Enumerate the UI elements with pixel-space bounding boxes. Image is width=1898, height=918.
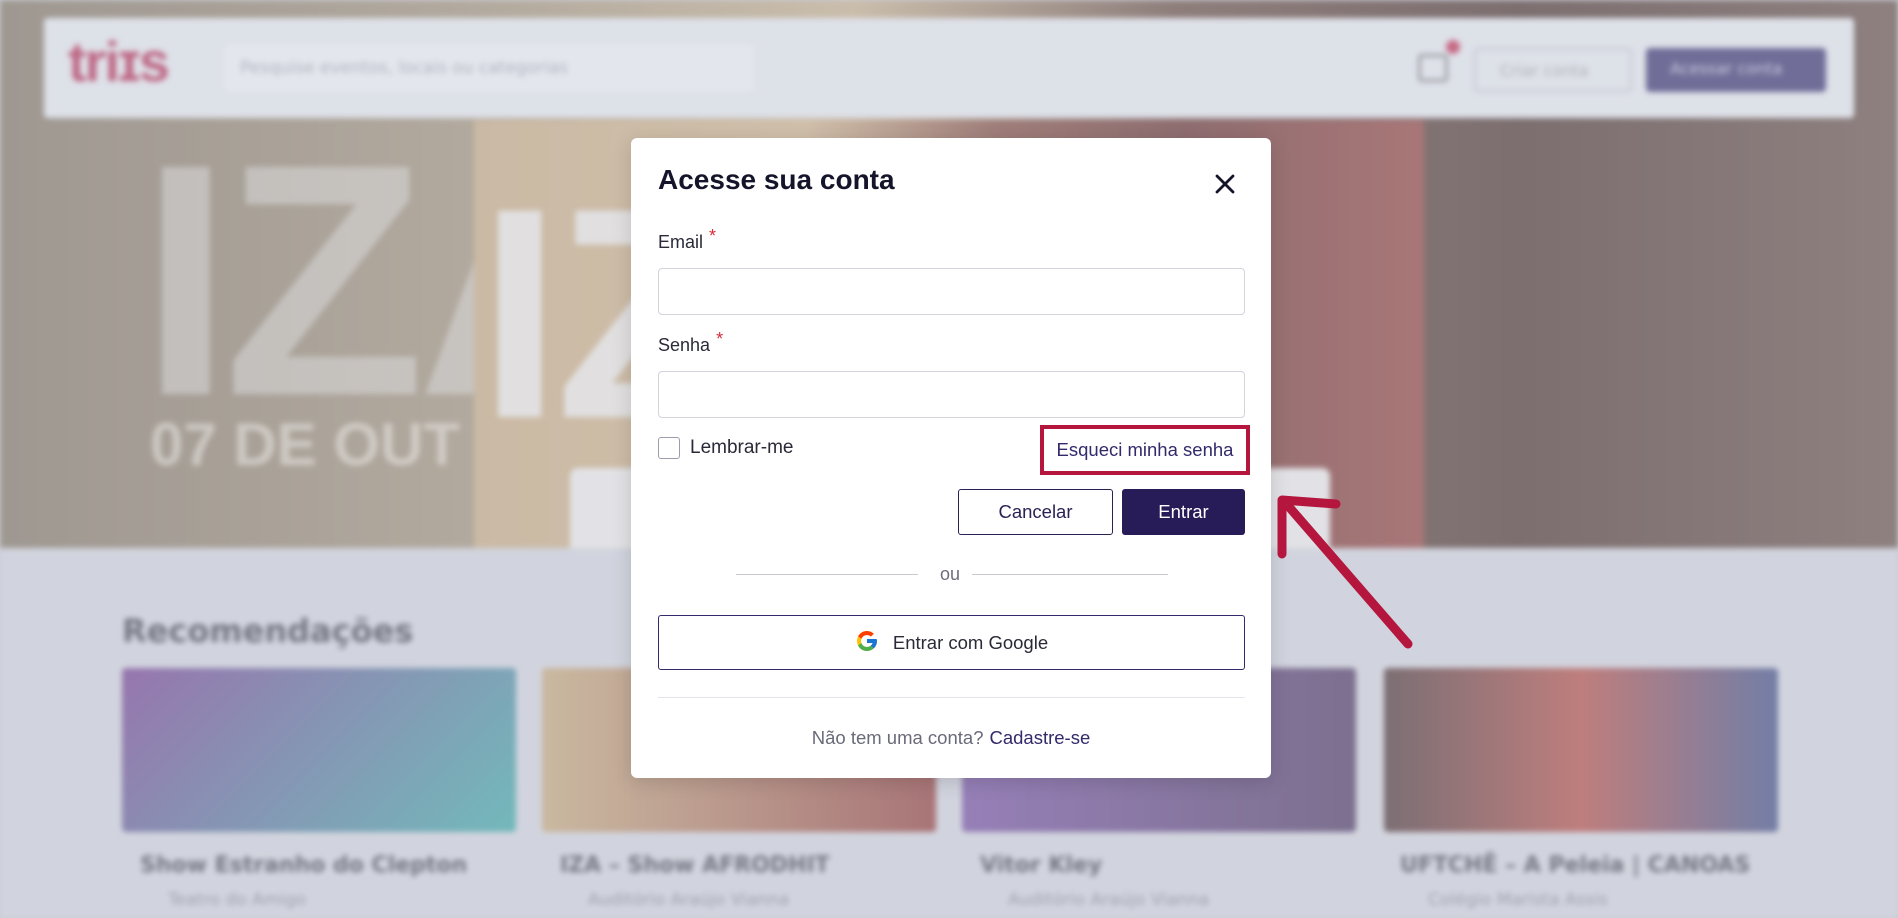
divider-line-left <box>736 574 918 575</box>
required-mark: * <box>716 329 724 349</box>
arrow-icon <box>1277 495 1413 649</box>
cancel-button[interactable]: Cancelar <box>958 489 1113 535</box>
email-label-text: Email <box>658 232 704 252</box>
google-icon <box>855 629 879 657</box>
email-label: Email * <box>658 226 716 253</box>
login-button[interactable]: Entrar <box>1122 489 1245 535</box>
signup-row: Não tem uma conta? Cadastre-se <box>631 727 1271 749</box>
google-login-label: Entrar com Google <box>892 631 1049 653</box>
required-mark: * <box>709 226 717 246</box>
email-field[interactable] <box>658 268 1245 315</box>
forgot-password-link[interactable]: Esqueci minha senha <box>1040 425 1250 475</box>
close-icon[interactable] <box>1210 169 1240 199</box>
password-field[interactable] <box>658 371 1245 418</box>
remember-checkbox[interactable] <box>658 437 680 459</box>
no-account-text: Não tem uma conta? <box>811 727 984 748</box>
forgot-password-label[interactable]: Esqueci minha senha <box>1057 439 1234 461</box>
login-modal: Acesse sua conta Email * Senha * Lembrar-m… <box>631 138 1271 778</box>
divider-text: ou <box>940 564 961 584</box>
remember-label[interactable]: Lembrar-me <box>690 437 793 459</box>
modal-title: Acesse sua conta <box>658 164 895 195</box>
divider-line-right <box>972 574 1168 575</box>
footer-divider <box>658 697 1245 698</box>
password-label: Senha * <box>658 329 723 356</box>
password-label-text: Senha <box>658 335 711 355</box>
signup-link[interactable]: Cadastre-se <box>989 727 1090 748</box>
google-login-button[interactable]: Entrar com Google <box>658 615 1245 670</box>
remember-me[interactable]: Lembrar-me <box>658 437 793 459</box>
